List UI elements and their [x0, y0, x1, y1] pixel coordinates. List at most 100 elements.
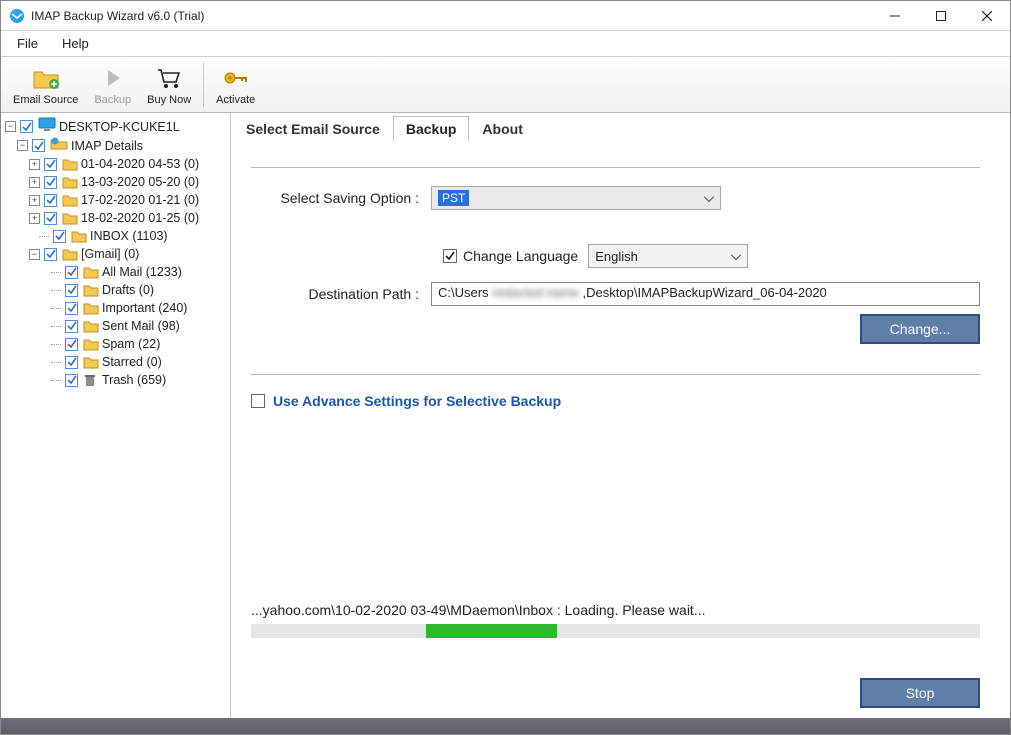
tree-node-label[interactable]: Drafts (0) [102, 281, 154, 299]
folder-icon [83, 265, 99, 279]
tree-node-label[interactable]: [Gmail] (0) [81, 245, 139, 263]
saving-option-value: PST [438, 190, 469, 206]
expand-toggle[interactable]: − [5, 121, 16, 132]
toolbar-label: Activate [216, 94, 255, 106]
tree-node-label[interactable]: Spam (22) [102, 335, 160, 353]
tree-connector [51, 344, 61, 345]
folder-icon [83, 319, 99, 333]
checkbox[interactable] [44, 248, 57, 261]
tree-node-label[interactable]: 17-02-2020 01-21 (0) [81, 191, 199, 209]
tree-node-label[interactable]: Important (240) [102, 299, 187, 317]
checkbox[interactable] [32, 139, 45, 152]
toolbar-activate[interactable]: Activate [208, 62, 263, 108]
tree-connector [51, 272, 61, 273]
tree-node-label[interactable]: 18-02-2020 01-25 (0) [81, 209, 199, 227]
expand-toggle[interactable]: − [29, 249, 40, 260]
expand-toggle[interactable]: + [29, 213, 40, 224]
tree-item[interactable]: Sent Mail (98) [3, 317, 228, 335]
checkbox[interactable] [53, 230, 66, 243]
advance-settings-row[interactable]: Use Advance Settings for Selective Backu… [251, 393, 980, 409]
checkbox[interactable] [20, 120, 33, 133]
folder-icon [83, 283, 99, 297]
tree-node-label[interactable]: Trash (659) [102, 371, 166, 389]
maximize-button[interactable] [918, 1, 964, 31]
app-icon [9, 8, 25, 24]
progress-status: ...yahoo.com\10-02-2020 03-49\MDaemon\In… [251, 602, 980, 618]
folder-icon [83, 301, 99, 315]
advance-settings-label: Use Advance Settings for Selective Backu… [273, 393, 561, 409]
checkbox[interactable] [44, 194, 57, 207]
tree-root-label[interactable]: DESKTOP-KCUKE1L [59, 118, 180, 136]
tree-item[interactable]: +18-02-2020 01-25 (0) [3, 209, 228, 227]
play-icon [99, 64, 127, 92]
language-select[interactable]: English [588, 244, 748, 268]
folder-icon [83, 337, 99, 351]
divider [251, 374, 980, 375]
folder-icon [62, 247, 78, 261]
tree-connector [51, 290, 61, 291]
checkbox[interactable] [44, 158, 57, 171]
expand-toggle[interactable]: − [17, 140, 28, 151]
tree-node-label[interactable]: IMAP Details [71, 137, 143, 155]
folder-icon [62, 211, 78, 225]
saving-option-select[interactable]: PST [431, 186, 721, 210]
folder-tree[interactable]: − DESKTOP-KCUKE1L − IMAP Details +01-04-… [1, 113, 231, 718]
destination-suffix: ,Desktop\IMAPBackupWizard_06-04-2020 [583, 285, 827, 300]
menu-help[interactable]: Help [58, 34, 93, 53]
toolbar-email-source[interactable]: Email Source [5, 62, 86, 108]
destination-redacted: redacted name [492, 285, 579, 300]
tree-item[interactable]: +13-03-2020 05-20 (0) [3, 173, 228, 191]
folder-icon [62, 193, 78, 207]
menu-file[interactable]: File [13, 34, 42, 53]
change-button[interactable]: Change... [860, 314, 980, 344]
close-button[interactable] [964, 1, 1010, 31]
destination-path-label: Destination Path : [251, 286, 431, 302]
destination-prefix: C:\Users [438, 285, 489, 300]
tree-node-label[interactable]: 01-04-2020 04-53 (0) [81, 155, 199, 173]
tree-item[interactable]: Spam (22) [3, 335, 228, 353]
checkbox[interactable] [44, 212, 57, 225]
stop-button[interactable]: Stop [860, 678, 980, 708]
tree-item[interactable]: Important (240) [3, 299, 228, 317]
change-language-checkbox[interactable] [443, 249, 457, 263]
language-value: English [595, 249, 638, 264]
chevron-down-icon [731, 249, 741, 264]
tree-item[interactable]: +17-02-2020 01-21 (0) [3, 191, 228, 209]
toolbar-label: Email Source [13, 94, 78, 106]
tree-node-label[interactable]: All Mail (1233) [102, 263, 182, 281]
tree-item[interactable]: Drafts (0) [3, 281, 228, 299]
checkbox[interactable] [44, 176, 57, 189]
tree-item[interactable]: Starred (0) [3, 353, 228, 371]
checkbox[interactable] [65, 338, 78, 351]
status-bar [1, 718, 1010, 734]
tab-about[interactable]: About [469, 116, 535, 141]
tab-backup[interactable]: Backup [393, 116, 470, 141]
toolbar-buy-now[interactable]: Buy Now [139, 62, 199, 108]
checkbox[interactable] [65, 356, 78, 369]
tree-node-label[interactable]: Starred (0) [102, 353, 162, 371]
cart-icon [155, 64, 183, 92]
expand-toggle[interactable]: + [29, 195, 40, 206]
toolbar-separator [203, 63, 204, 107]
checkbox[interactable] [65, 266, 78, 279]
toolbar-label: Buy Now [147, 94, 191, 106]
destination-path-input[interactable]: C:\Users redacted name ,Desktop\IMAPBack… [431, 282, 980, 306]
tree-node-label[interactable]: 13-03-2020 05-20 (0) [81, 173, 199, 191]
advance-settings-checkbox[interactable] [251, 394, 265, 408]
tab-select-email-source[interactable]: Select Email Source [233, 116, 393, 141]
checkbox[interactable] [65, 374, 78, 387]
checkbox[interactable] [65, 320, 78, 333]
minimize-button[interactable] [872, 1, 918, 31]
folder-icon [62, 157, 78, 171]
checkbox[interactable] [65, 302, 78, 315]
expand-toggle[interactable]: + [29, 159, 40, 170]
tree-item[interactable]: +01-04-2020 04-53 (0) [3, 155, 228, 173]
tree-node-label[interactable]: INBOX (1103) [90, 227, 168, 245]
tree-item[interactable]: All Mail (1233) [3, 263, 228, 281]
tree-item[interactable]: Trash (659) [3, 371, 228, 389]
title-bar: IMAP Backup Wizard v6.0 (Trial) [1, 1, 1010, 31]
toolbar-backup[interactable]: Backup [86, 62, 139, 108]
expand-toggle[interactable]: + [29, 177, 40, 188]
tree-node-label[interactable]: Sent Mail (98) [102, 317, 180, 335]
checkbox[interactable] [65, 284, 78, 297]
